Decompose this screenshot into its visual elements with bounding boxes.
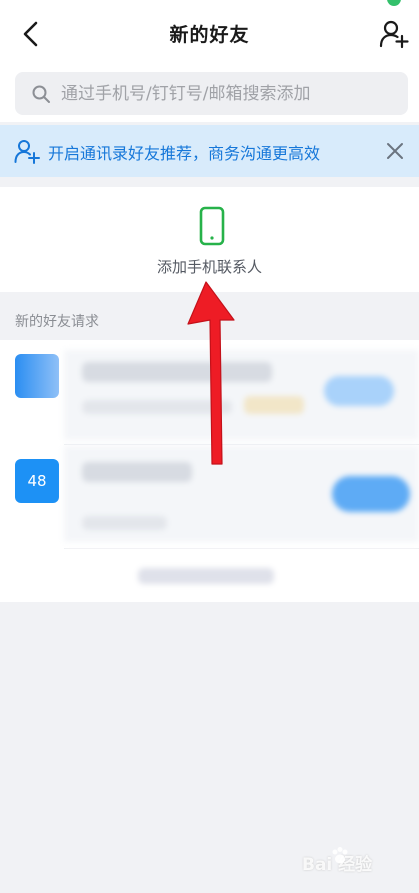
header-bar: 新的好友: [0, 0, 419, 68]
banner-text: 开启通讯录好友推荐，商务沟通更高效: [48, 144, 321, 163]
person-plus-icon: [14, 140, 40, 164]
avatar[interactable]: [15, 354, 59, 398]
avatar[interactable]: 48: [15, 459, 59, 503]
search-bar[interactable]: [15, 72, 408, 115]
phone-icon: [199, 206, 225, 246]
status-dot: [387, 0, 401, 6]
contacts-recommend-banner[interactable]: 开启通讯录好友推荐，商务沟通更高效: [0, 125, 419, 177]
search-area: [0, 68, 419, 122]
section-label-friend-requests: 新的好友请求: [15, 314, 99, 330]
add-person-icon[interactable]: [379, 19, 409, 49]
page-title: 新的好友: [169, 24, 250, 46]
search-icon: [32, 85, 50, 103]
close-icon[interactable]: [383, 139, 407, 163]
paw-icon: [332, 847, 348, 864]
red-arrow-annotation: [187, 281, 235, 465]
search-input[interactable]: [61, 72, 396, 115]
divider: [64, 548, 419, 549]
blurred-view-more[interactable]: [64, 550, 419, 598]
watermark: Bai 经验: [302, 842, 412, 882]
